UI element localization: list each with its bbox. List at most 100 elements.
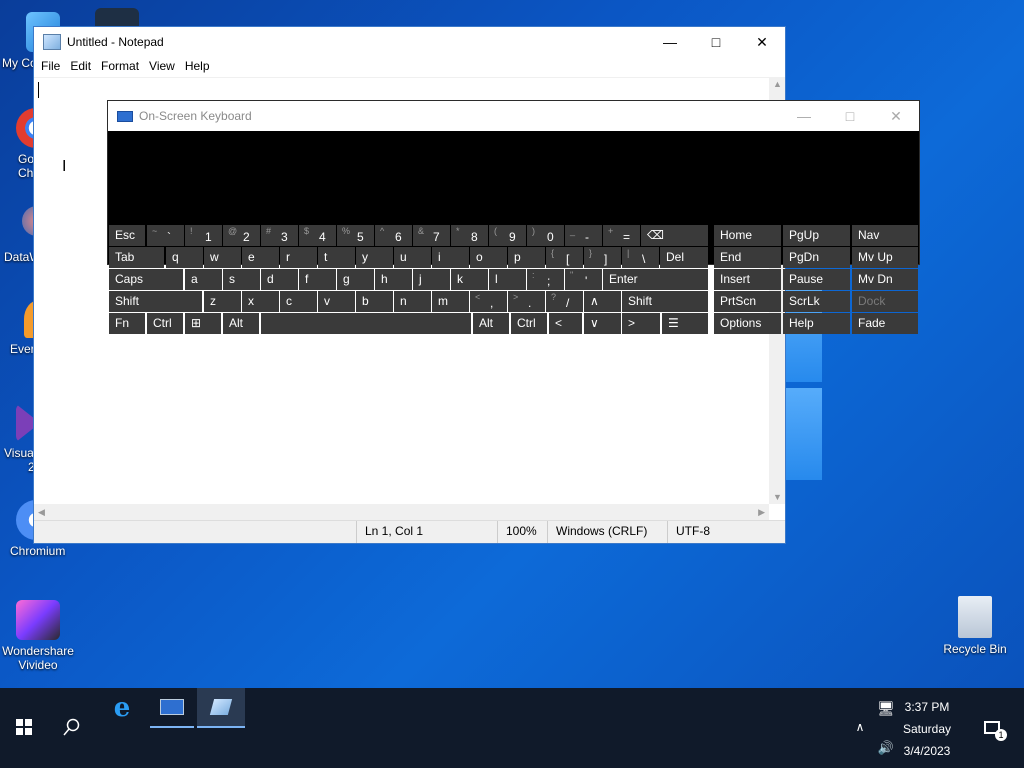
key-e[interactable]: e	[242, 247, 279, 268]
key-ctrl-right[interactable]: Ctrl	[511, 313, 547, 334]
key-insert[interactable]: Insert	[714, 269, 781, 290]
key-m[interactable]: m	[432, 291, 469, 312]
key-pgup[interactable]: PgUp	[783, 225, 850, 246]
key-row4-sym-2[interactable]: ? /	[546, 291, 583, 312]
key-alt-left[interactable]: Alt	[223, 313, 259, 334]
osk-close-button[interactable]: ✕	[873, 101, 919, 131]
taskbar-notepad[interactable]	[197, 688, 245, 728]
key-row1-12[interactable]: + =	[603, 225, 640, 246]
show-hidden-icons-button[interactable]: ∧	[850, 688, 870, 766]
desktop-icon-recycle-bin[interactable]: Recycle Bin	[937, 596, 1013, 656]
key-x[interactable]: x	[242, 291, 279, 312]
osk-minimize-button[interactable]: —	[781, 101, 827, 131]
key-home[interactable]: Home	[714, 225, 781, 246]
key-d[interactable]: d	[261, 269, 298, 290]
key-mvup[interactable]: Mv Up	[852, 247, 918, 268]
key-row1-11[interactable]: _ -	[565, 225, 602, 246]
key-arrow-down[interactable]: ∨	[584, 313, 621, 334]
taskbar-on-screen-keyboard[interactable]	[150, 688, 194, 728]
key-row1-0[interactable]: ~ `	[147, 225, 184, 246]
key-row3-sym-0[interactable]: :;	[527, 269, 564, 290]
key-caps[interactable]: Caps	[109, 269, 183, 290]
key-row1-10[interactable]: ) 0	[527, 225, 564, 246]
action-center-button[interactable]: 1	[978, 688, 1007, 766]
notepad-title-bar[interactable]: Untitled - Notepad — □ ✕	[34, 27, 785, 57]
scroll-down-icon[interactable]: ▼	[773, 492, 782, 502]
key-row1-3[interactable]: #3	[261, 225, 298, 246]
key-space[interactable]	[261, 313, 471, 334]
menu-file[interactable]: File	[36, 57, 65, 77]
key-enter[interactable]: Enter	[603, 269, 708, 290]
search-button[interactable]	[48, 688, 96, 766]
key-c[interactable]: c	[280, 291, 317, 312]
menu-view[interactable]: View	[144, 57, 180, 77]
key-alt-right[interactable]: Alt	[473, 313, 509, 334]
on-screen-keyboard-window[interactable]: On-Screen Keyboard — □ ✕ Esc ~ `! 1 @2 #3 $4% 5…	[107, 100, 920, 334]
key-k[interactable]: k	[451, 269, 488, 290]
horizontal-scrollbar[interactable]: ◀ ▶	[34, 504, 769, 521]
key-fade[interactable]: Fade	[852, 313, 918, 334]
key-s[interactable]: s	[223, 269, 260, 290]
key-row1-8[interactable]: * 8	[451, 225, 488, 246]
key-g[interactable]: g	[337, 269, 374, 290]
key-backspace[interactable]: ⌫	[641, 225, 708, 246]
key-t[interactable]: t	[318, 247, 355, 268]
key-end[interactable]: End	[714, 247, 781, 268]
key-r[interactable]: r	[280, 247, 317, 268]
maximize-button[interactable]: □	[693, 27, 739, 57]
osk-maximize-button[interactable]: □	[827, 101, 873, 131]
key-p[interactable]: p	[508, 247, 545, 268]
scroll-left-icon[interactable]: ◀	[38, 507, 45, 518]
key-dock[interactable]: Dock	[852, 291, 918, 312]
key-a[interactable]: a	[185, 269, 222, 290]
menu-edit[interactable]: Edit	[65, 57, 96, 77]
key-help[interactable]: Help	[783, 313, 850, 334]
key-row1-5[interactable]: % 5	[337, 225, 374, 246]
taskbar-internet-explorer[interactable]: e	[100, 688, 144, 728]
key-v[interactable]: v	[318, 291, 355, 312]
key-row1-6[interactable]: ^ 6	[375, 225, 412, 246]
key-z[interactable]: z	[204, 291, 241, 312]
key-row1-9[interactable]: (9	[489, 225, 526, 246]
key-esc[interactable]: Esc	[109, 225, 145, 246]
key-q[interactable]: q	[166, 247, 203, 268]
key-del[interactable]: Del	[660, 247, 708, 268]
key-row1-1[interactable]: ! 1	[185, 225, 222, 246]
desktop-icon-top[interactable]	[95, 8, 139, 26]
key-shift-left[interactable]: Shift	[109, 291, 202, 312]
key-pgdn[interactable]: PgDn	[783, 247, 850, 268]
close-button[interactable]: ✕	[739, 27, 785, 57]
start-button[interactable]	[0, 688, 48, 766]
scroll-up-icon[interactable]: ▲	[773, 79, 782, 89]
key-tab[interactable]: Tab	[109, 247, 164, 268]
menu-format[interactable]: Format	[96, 57, 144, 77]
key-row4-sym-1[interactable]: >.	[508, 291, 545, 312]
key-b[interactable]: b	[356, 291, 393, 312]
key-i[interactable]: i	[432, 247, 469, 268]
key-shift-right[interactable]: Shift	[622, 291, 708, 312]
key-h[interactable]: h	[375, 269, 412, 290]
osk-title-bar[interactable]: On-Screen Keyboard — □ ✕	[108, 101, 919, 131]
key-w[interactable]: w	[204, 247, 241, 268]
key-row3-sym-1[interactable]: " '	[565, 269, 602, 290]
key-row1-4[interactable]: $4	[299, 225, 336, 246]
key-fn[interactable]: Fn	[109, 313, 145, 334]
key-u[interactable]: u	[394, 247, 431, 268]
key-arrow-left[interactable]: <	[549, 313, 582, 334]
key-arrow-right[interactable]: >	[622, 313, 660, 334]
key-arrow-up[interactable]: ∧	[584, 291, 621, 312]
key-row1-2[interactable]: @2	[223, 225, 260, 246]
desktop-icon-wondershare-vivideo[interactable]: Wondershare Vivideo	[0, 600, 76, 672]
key-o[interactable]: o	[470, 247, 507, 268]
minimize-button[interactable]: —	[647, 27, 693, 57]
key-nav[interactable]: Nav	[852, 225, 918, 246]
key-f[interactable]: f	[299, 269, 336, 290]
key-y[interactable]: y	[356, 247, 393, 268]
key-l[interactable]: l	[489, 269, 526, 290]
key-row2-sym-1[interactable]: }]	[584, 247, 621, 268]
key-scrlk[interactable]: ScrLk	[783, 291, 850, 312]
menu-help[interactable]: Help	[180, 57, 215, 77]
key-pause[interactable]: Pause	[783, 269, 850, 290]
key-options[interactable]: Options	[714, 313, 781, 334]
key-row4-sym-0[interactable]: <,	[470, 291, 507, 312]
